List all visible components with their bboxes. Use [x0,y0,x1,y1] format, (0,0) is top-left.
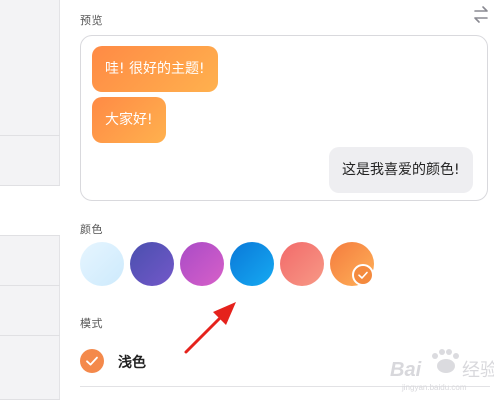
swap-arrows-icon[interactable] [470,4,492,26]
color-swatch-list [80,242,500,288]
sidebar-item-3[interactable] [0,186,60,236]
sidebar-item-5[interactable] [0,286,60,336]
preview-heading: 预览 [80,14,103,27]
color-swatch-indigo[interactable] [130,242,174,286]
chat-bubble-sent: 这是我喜爱的颜色! [329,147,473,193]
color-swatch-purple[interactable] [180,242,224,286]
color-swatch-light-blue[interactable] [80,242,124,286]
selected-check-icon [352,264,374,286]
svg-text:经验: 经验 [462,360,494,380]
color-swatch-orange[interactable] [330,242,374,286]
color-swatch-coral[interactable] [280,242,324,286]
baidu-watermark: Bai 经验 jingyan.baidu.com [382,344,498,394]
chat-bubble-received-2: 大家好! [92,97,166,143]
svg-text:jingyan.baidu.com: jingyan.baidu.com [401,383,467,392]
preview-panel: 哇! 很好的主题! 大家好! 这是我喜爱的颜色! [80,35,488,201]
svg-text:Bai: Bai [390,359,422,381]
sidebar-item-6[interactable] [0,336,60,400]
sidebar-item-1[interactable] [0,0,60,136]
check-icon [80,349,104,373]
mode-heading: 模式 [80,317,103,330]
sidebar-item-2[interactable] [0,136,60,186]
color-swatch-blue[interactable] [230,242,274,286]
sidebar [0,0,60,400]
chat-bubble-received-1: 哇! 很好的主题! [92,46,218,92]
color-heading: 颜色 [80,223,103,236]
sidebar-item-4[interactable] [0,236,60,286]
mode-option-label: 浅色 [118,355,146,371]
